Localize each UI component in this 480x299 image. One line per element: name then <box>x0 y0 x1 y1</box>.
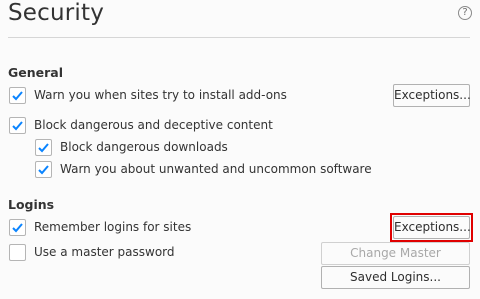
block-dangerous-label: Block dangerous and deceptive content <box>34 118 273 132</box>
block-dangerous-checkbox[interactable] <box>9 116 26 134</box>
title-divider <box>8 37 470 38</box>
check-icon <box>38 142 49 152</box>
check-icon <box>12 222 23 232</box>
check-icon <box>12 90 23 100</box>
master-password-label: Use a master password <box>34 245 175 259</box>
block-dangerous-row[interactable]: Block dangerous and deceptive content <box>9 115 273 135</box>
warn-addons-row[interactable]: Warn you when sites try to install add-o… <box>9 85 287 105</box>
change-master-password-button[interactable]: Change Master Password... <box>321 242 470 281</box>
remember-logins-label: Remember logins for sites <box>34 220 192 234</box>
block-downloads-label: Block dangerous downloads <box>60 140 228 154</box>
addons-exceptions-button[interactable]: Exceptions... <box>393 84 471 107</box>
remember-logins-checkbox[interactable] <box>9 218 26 236</box>
block-downloads-checkbox[interactable] <box>35 138 52 156</box>
warn-unwanted-checkbox[interactable] <box>35 160 52 178</box>
master-password-row[interactable]: Use a master password <box>9 242 175 262</box>
block-downloads-row[interactable]: Block dangerous downloads <box>35 137 228 157</box>
warn-addons-label: Warn you when sites try to install add-o… <box>34 88 287 102</box>
warn-unwanted-row[interactable]: Warn you about unwanted and uncommon sof… <box>35 159 372 179</box>
section-heading-general: General <box>8 65 63 80</box>
check-icon <box>38 164 49 174</box>
check-icon <box>12 120 23 130</box>
page-title: Security <box>8 0 105 26</box>
section-heading-logins: Logins <box>8 197 55 212</box>
help-icon[interactable]: ? <box>458 6 472 20</box>
saved-logins-button[interactable]: Saved Logins... <box>321 266 470 289</box>
remember-logins-row[interactable]: Remember logins for sites <box>9 217 191 237</box>
master-password-checkbox[interactable] <box>9 243 26 261</box>
security-preferences-page: Security ? General Warn you when sites t… <box>0 0 480 299</box>
warn-addons-checkbox[interactable] <box>9 86 26 104</box>
highlight-box <box>390 213 473 242</box>
warn-unwanted-label: Warn you about unwanted and uncommon sof… <box>60 162 372 176</box>
